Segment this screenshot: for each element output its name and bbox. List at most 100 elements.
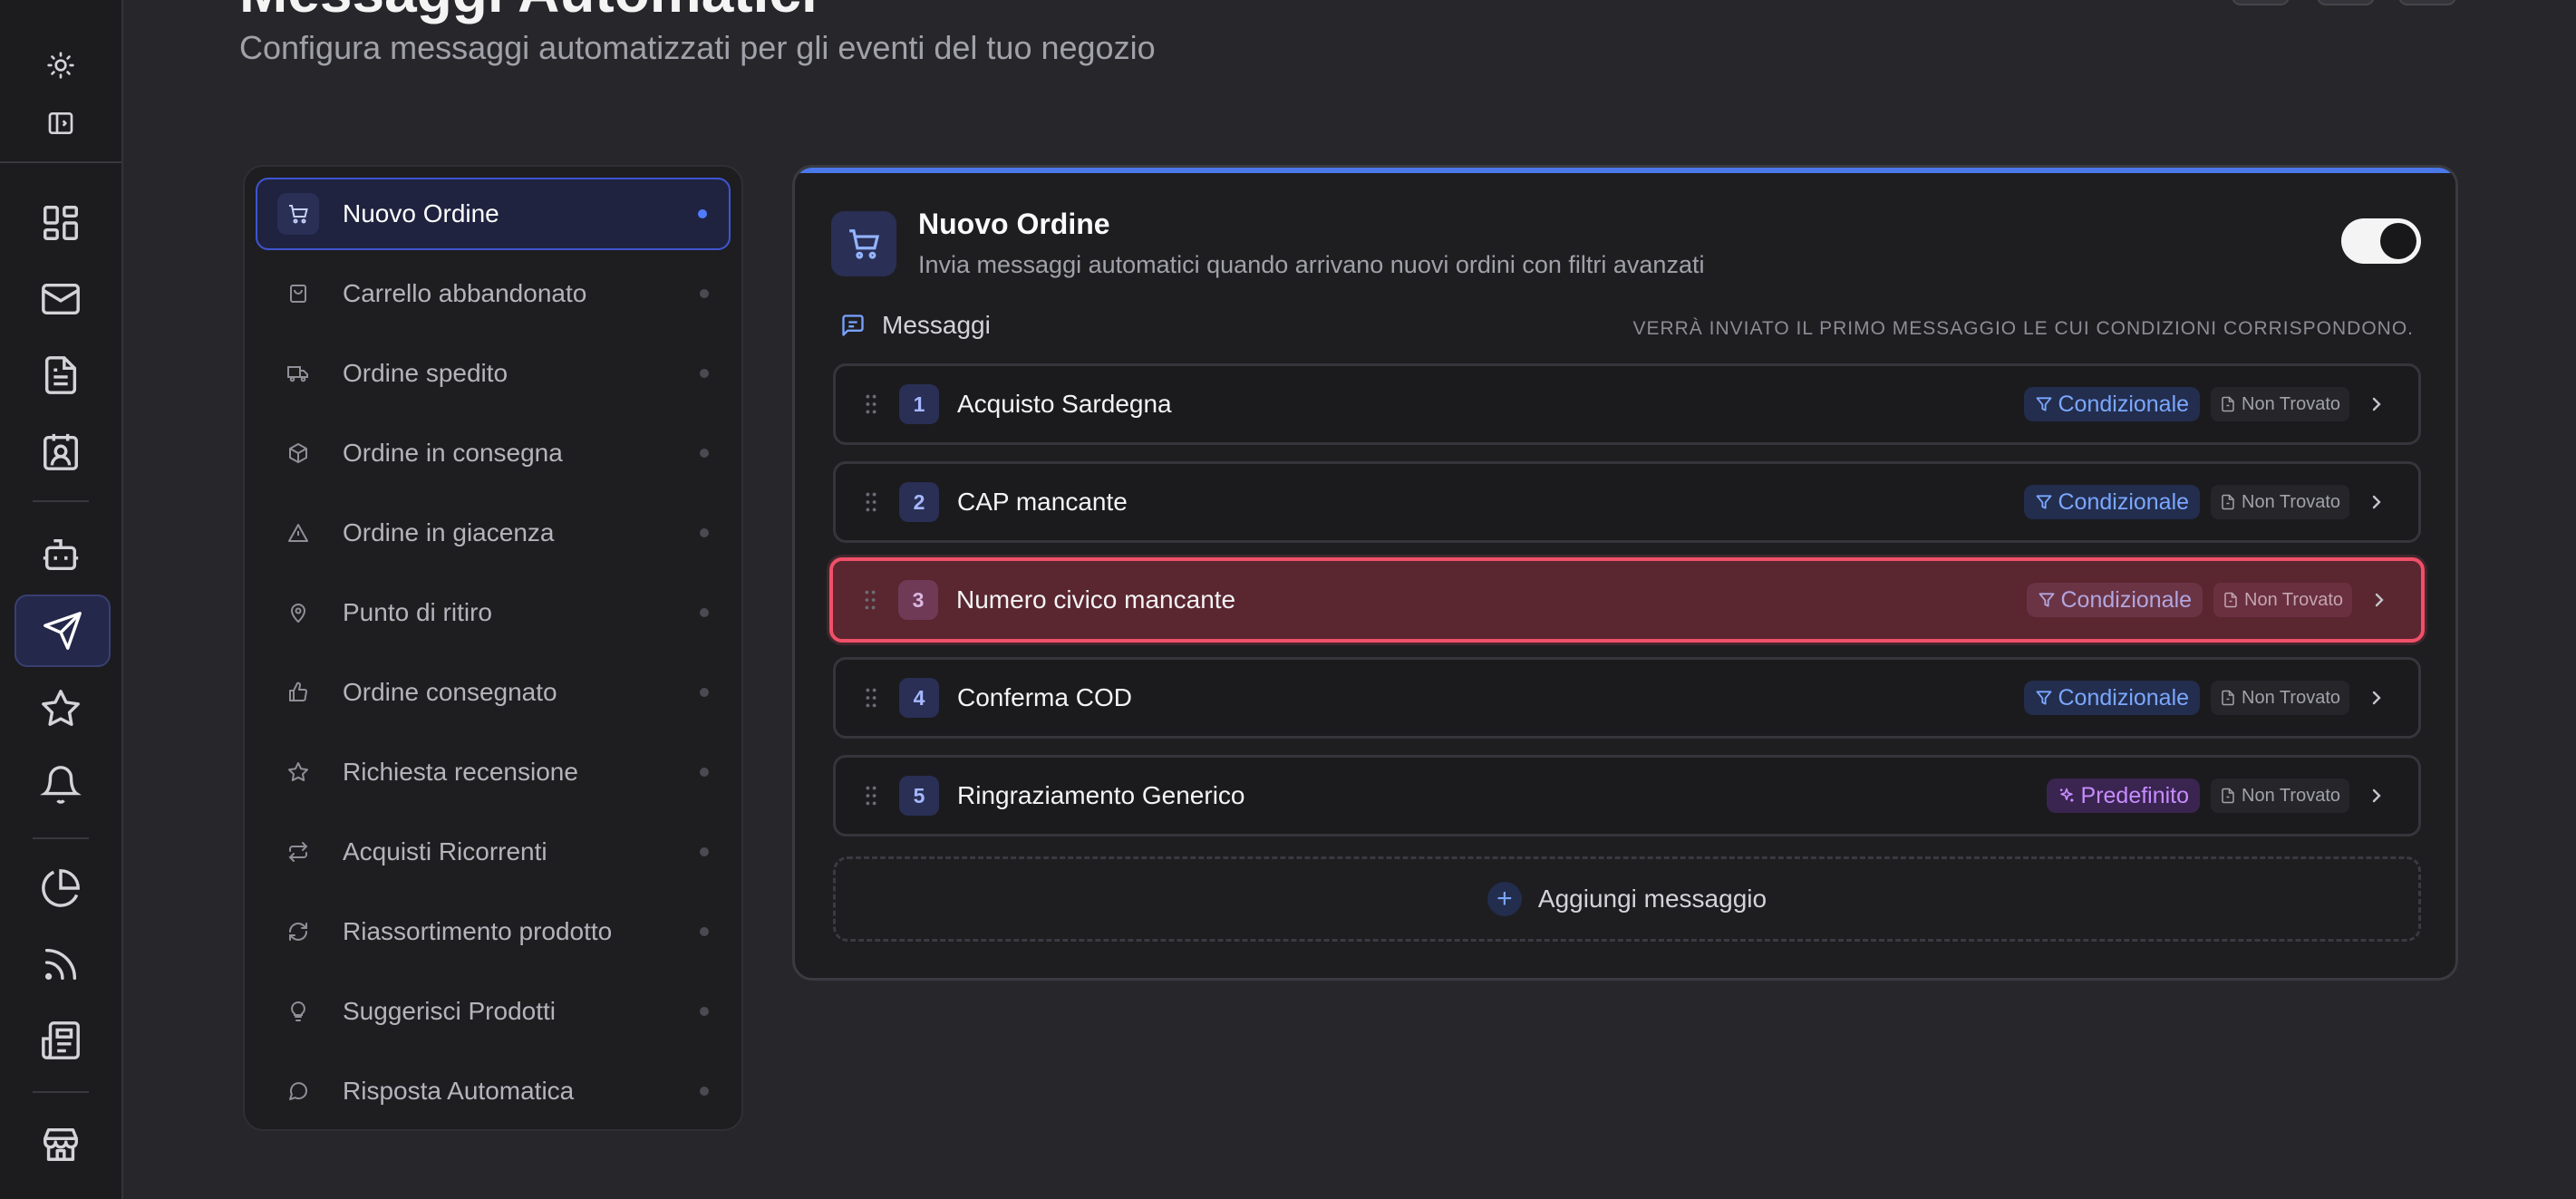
- event-item-riassortimento-prodotto[interactable]: Riassortimento prodotto: [256, 895, 731, 968]
- event-label: Riassortimento prodotto: [343, 917, 613, 945]
- header-action-button[interactable]: [2398, 0, 2456, 5]
- message-status: Non Trovato: [2211, 387, 2349, 421]
- event-item-risposta-automatica[interactable]: Risposta Automatica: [256, 1055, 731, 1127]
- header-action-button[interactable]: [2232, 0, 2290, 5]
- drag-handle-icon[interactable]: [861, 491, 881, 513]
- dashboard-icon: [44, 206, 78, 240]
- event-item-ordine-in-consegna[interactable]: Ordine in consegna: [256, 417, 731, 489]
- chevron-right-icon[interactable]: [2366, 393, 2387, 415]
- message-type-badge: Condizionale: [2023, 485, 2201, 519]
- message-name: Acquisto Sardegna: [957, 390, 1172, 418]
- nav-news[interactable]: [15, 1006, 107, 1075]
- message-row-highlighted[interactable]: 3 Numero civico mancante Condizionale No…: [829, 557, 2425, 643]
- event-label: Ordine consegnato: [343, 678, 557, 706]
- star-icon: [285, 759, 312, 786]
- drag-handle-icon[interactable]: [860, 589, 880, 611]
- drag-handle-icon[interactable]: [861, 687, 881, 709]
- event-label: Ordine spedito: [343, 359, 508, 387]
- nav-contacts[interactable]: [15, 417, 107, 486]
- nav-feeds[interactable]: [15, 930, 107, 999]
- chevron-right-icon[interactable]: [2366, 785, 2387, 807]
- event-label: Nuovo Ordine: [343, 199, 499, 227]
- drag-handle-icon[interactable]: [861, 785, 881, 807]
- message-status-label: Non Trovato: [2242, 785, 2340, 806]
- automation-enabled-toggle[interactable]: [2341, 218, 2421, 264]
- message-row[interactable]: 5 Ringraziamento Generico Predefinito No…: [833, 755, 2421, 836]
- star-icon: [42, 690, 80, 726]
- event-item-suggerisci-prodotti[interactable]: Suggerisci Prodotti: [256, 975, 731, 1048]
- event-list: Nuovo Ordine Carrello abbandonato Ordine…: [243, 165, 743, 1131]
- message-type-label: Condizionale: [2058, 488, 2190, 515]
- nav-automations[interactable]: [15, 595, 111, 667]
- event-status-dot: [700, 608, 709, 617]
- file-icon: [2222, 788, 2234, 804]
- automation-detail-card: Nuovo Ordine Invia messaggi automatici q…: [792, 165, 2458, 981]
- sun-icon: [47, 52, 74, 79]
- message-type-label: Condizionale: [2060, 586, 2193, 613]
- event-item-ordine-in-giacenza[interactable]: Ordine in giacenza: [256, 497, 731, 569]
- event-status-dot: [700, 528, 709, 537]
- bot-icon: [43, 538, 79, 571]
- nav-store[interactable]: [15, 1109, 107, 1178]
- event-label: Ordine in giacenza: [343, 518, 555, 546]
- message-row[interactable]: 1 Acquisto Sardegna Condizionale Non Tro…: [833, 363, 2421, 445]
- event-label: Richiesta recensione: [343, 758, 578, 786]
- message-order-number: 3: [898, 580, 938, 620]
- event-label: Punto di ritiro: [343, 598, 492, 626]
- event-item-nuovo-ordine[interactable]: Nuovo Ordine: [256, 178, 731, 250]
- sidebar-toggle-icon: [48, 112, 73, 134]
- message-type-badge: Condizionale: [2026, 583, 2203, 617]
- nav-mail[interactable]: [15, 265, 107, 334]
- event-label: Carrello abbandonato: [343, 279, 587, 307]
- contacts-icon: [44, 433, 78, 470]
- chevron-right-icon[interactable]: [2366, 687, 2387, 709]
- nav-notifications[interactable]: [15, 750, 107, 819]
- message-row[interactable]: 4 Conferma COD Condizionale Non Trovato: [833, 657, 2421, 739]
- chevron-right-icon[interactable]: [2368, 589, 2390, 611]
- chevron-right-icon[interactable]: [2366, 491, 2387, 513]
- event-item-ordine-spedito[interactable]: Ordine spedito: [256, 337, 731, 410]
- message-order-number: 2: [899, 482, 939, 522]
- event-item-richiesta-recensione[interactable]: Richiesta recensione: [256, 736, 731, 808]
- theme-toggle-button[interactable]: [15, 40, 107, 91]
- nav-analytics[interactable]: [15, 854, 107, 923]
- sidebar-toggle-button[interactable]: [15, 98, 107, 149]
- card-accent-bar: [795, 168, 2455, 173]
- app-rail: [0, 0, 123, 1199]
- add-message-button[interactable]: + Aggiungi messaggio: [833, 856, 2421, 942]
- message-order-number: 4: [899, 678, 939, 718]
- message-status-label: Non Trovato: [2242, 687, 2340, 708]
- event-item-ordine-consegnato[interactable]: Ordine consegnato: [256, 656, 731, 729]
- nav-dashboard[interactable]: [15, 189, 107, 257]
- message-row[interactable]: 2 CAP mancante Condizionale Non Trovato: [833, 461, 2421, 543]
- message-status-label: Non Trovato: [2244, 589, 2343, 610]
- rail-divider: [33, 500, 89, 502]
- sparkles-icon: [2059, 788, 2074, 802]
- message-name: CAP mancante: [957, 488, 1128, 516]
- refresh-icon: [285, 918, 312, 945]
- repeat-icon: [285, 838, 312, 865]
- drag-handle-icon[interactable]: [861, 393, 881, 415]
- event-item-acquisti-ricorrenti[interactable]: Acquisti Ricorrenti: [256, 816, 731, 888]
- header-action-button[interactable]: [2317, 0, 2375, 5]
- nav-reviews[interactable]: [15, 674, 107, 743]
- event-item-punto-di-ritiro[interactable]: Punto di ritiro: [256, 576, 731, 649]
- pie-chart-icon: [42, 869, 80, 907]
- event-label: Risposta Automatica: [343, 1077, 575, 1105]
- mail-icon: [42, 283, 80, 315]
- rail-divider: [33, 837, 89, 839]
- event-item-carrello-abbandonato[interactable]: Carrello abbandonato: [256, 257, 731, 330]
- nav-bot[interactable]: [15, 520, 107, 589]
- event-status-dot: [700, 1087, 709, 1096]
- event-label: Suggerisci Prodotti: [343, 997, 557, 1025]
- nav-documents[interactable]: [15, 341, 107, 410]
- rss-icon: [44, 948, 77, 981]
- lightbulb-icon: [285, 998, 312, 1025]
- send-icon: [44, 612, 82, 650]
- event-status-dot: [700, 927, 709, 936]
- chat-icon: [285, 1078, 312, 1105]
- document-icon: [44, 356, 77, 394]
- automation-title: Nuovo Ordine: [918, 208, 1110, 240]
- event-status-dot: [700, 1007, 709, 1016]
- rail-divider: [33, 1091, 89, 1093]
